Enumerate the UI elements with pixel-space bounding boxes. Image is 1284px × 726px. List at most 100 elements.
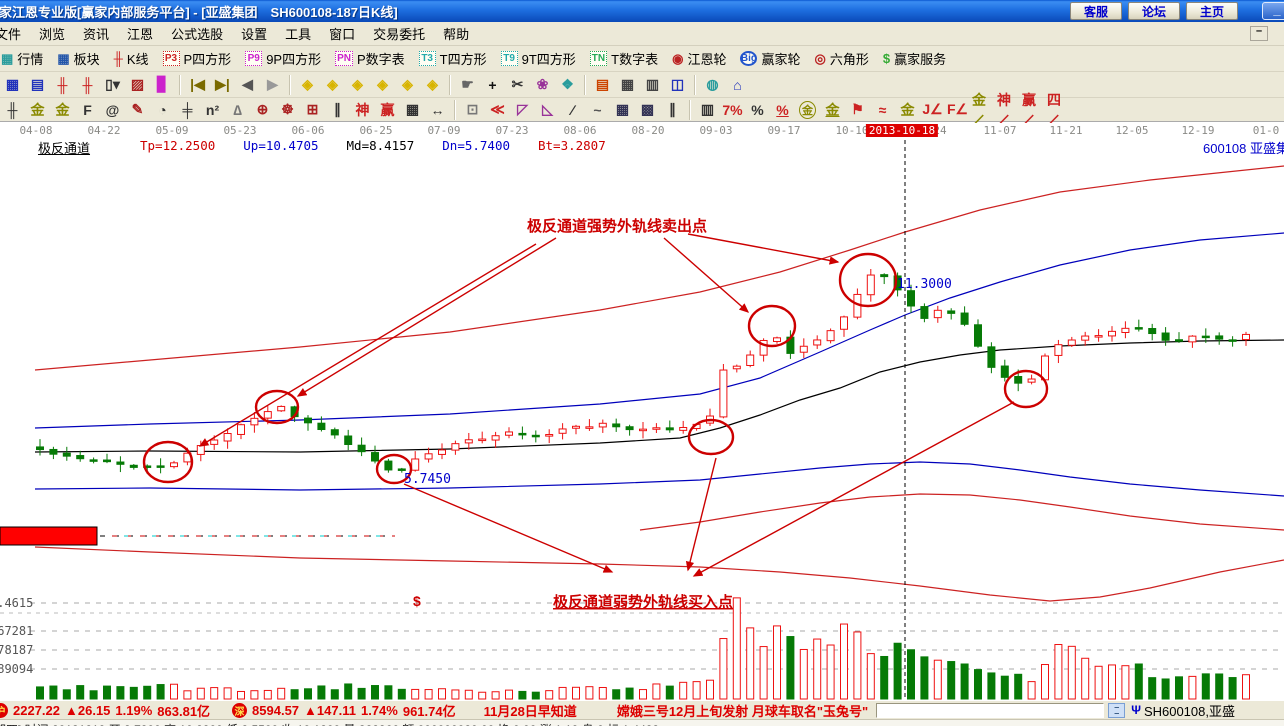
pct-icon[interactable]: % bbox=[746, 99, 769, 120]
tool-六角形[interactable]: ◎六角形 bbox=[807, 47, 875, 70]
tool-板块[interactable]: ▦板块 bbox=[50, 47, 106, 70]
box-tool-icon[interactable]: ⊡ bbox=[461, 99, 484, 120]
save-disk-icon[interactable]: ◫ bbox=[666, 74, 689, 95]
computer-icon[interactable]: ⌂ bbox=[726, 74, 749, 95]
menu-item[interactable]: 公式选股 bbox=[162, 21, 232, 46]
ruler2-icon[interactable]: ╪ bbox=[176, 99, 199, 120]
flag-pen-icon[interactable]: ⚑ bbox=[846, 99, 869, 120]
tool-K线[interactable]: ╫K线 bbox=[107, 47, 156, 70]
bars-scale-icon[interactable]: ▥ bbox=[696, 99, 719, 120]
tool-T四方形[interactable]: T3T四方形 bbox=[412, 47, 494, 70]
quick-input-field[interactable] bbox=[876, 703, 1104, 718]
fibo-f-icon[interactable]: F bbox=[76, 99, 99, 120]
notes-icon[interactable]: ▥ bbox=[641, 74, 664, 95]
gold-circle-icon[interactable]: 金 bbox=[796, 99, 819, 120]
wave-line-icon[interactable]: ≈ bbox=[871, 99, 894, 120]
diamond-compress-icon[interactable]: ◈ bbox=[371, 74, 394, 95]
scissors-icon[interactable]: ✂ bbox=[506, 74, 529, 95]
gann-ruler-icon[interactable]: ╫ bbox=[1, 99, 24, 120]
kline-9-icon[interactable]: ╫ bbox=[76, 74, 99, 95]
gold-section-icon[interactable]: 金 bbox=[51, 99, 74, 120]
prev-bar-icon[interactable]: ◀ bbox=[236, 74, 259, 95]
tool-赢家服务[interactable]: $赢家服务 bbox=[876, 47, 953, 70]
pencil-lines-icon[interactable]: ∕ bbox=[561, 99, 584, 120]
spiral-icon[interactable]: @ bbox=[101, 99, 124, 120]
knot-tool-icon[interactable]: ❖ bbox=[556, 74, 579, 95]
fan-dark-icon[interactable]: ◺ bbox=[536, 99, 559, 120]
hand-drag-icon[interactable]: ☛ bbox=[456, 74, 479, 95]
wave-tool-icon[interactable]: ~ bbox=[586, 99, 609, 120]
tool-P四方形[interactable]: P3P四方形 bbox=[156, 47, 239, 70]
chart-canvas[interactable]: 2.4615067281478187489094极反通道强势外轨线卖出点极反通道… bbox=[0, 123, 1284, 700]
calendar-icon[interactable]: ▤ bbox=[591, 74, 614, 95]
tool-9P四方形[interactable]: P99P四方形 bbox=[238, 47, 328, 70]
menu-item[interactable]: 江恩 bbox=[118, 21, 162, 46]
ying-angle-icon[interactable]: 赢∠ bbox=[1021, 99, 1044, 120]
menu-item[interactable]: 资讯 bbox=[74, 21, 118, 46]
si-angle-icon[interactable]: 四∠ bbox=[1046, 99, 1069, 120]
gold-plain-icon[interactable]: 金 bbox=[896, 99, 919, 120]
pct7-icon[interactable]: 7% bbox=[721, 99, 744, 120]
next-bar-icon[interactable]: ▶ bbox=[261, 74, 284, 95]
square-wheel-icon[interactable]: ⊞ bbox=[301, 99, 324, 120]
tool-行情[interactable]: ▦行情 bbox=[0, 47, 50, 70]
mdi-minimize-icon[interactable]: – bbox=[1250, 26, 1268, 41]
title-button-3[interactable]: 主页 bbox=[1186, 2, 1238, 20]
parallel-lines-icon[interactable]: ∥ bbox=[661, 99, 684, 120]
gold-ratio-icon[interactable]: 金 bbox=[26, 99, 49, 120]
diamond-right-icon[interactable]: ◈ bbox=[321, 74, 344, 95]
ying-icon[interactable]: 赢 bbox=[376, 99, 399, 120]
tool-9T四方形[interactable]: T99T四方形 bbox=[494, 47, 583, 70]
menu-item[interactable]: 窗口 bbox=[320, 21, 364, 46]
diamond-left-icon[interactable]: ◈ bbox=[296, 74, 319, 95]
kline-mark-icon[interactable]: ∥ bbox=[326, 99, 349, 120]
calculator-icon[interactable]: ▦ bbox=[616, 74, 639, 95]
minimize-icon[interactable]: _ bbox=[1262, 2, 1284, 20]
first-page-icon[interactable]: |◀ bbox=[186, 74, 209, 95]
menu-item[interactable]: 工具 bbox=[276, 21, 320, 46]
color-volume-icon[interactable]: ▊ bbox=[151, 74, 174, 95]
grid-tool-icon[interactable]: ▦ bbox=[611, 99, 634, 120]
diamond-expand-h-icon[interactable]: ◈ bbox=[346, 74, 369, 95]
splitter-button[interactable]: –– bbox=[1108, 703, 1125, 718]
gold-line-icon[interactable]: 金 bbox=[821, 99, 844, 120]
crosshair-icon[interactable]: + bbox=[481, 74, 504, 95]
flower-tool-icon[interactable]: ❀ bbox=[531, 74, 554, 95]
j-angle-icon[interactable]: J∠ bbox=[921, 99, 944, 120]
chart-window-icon[interactable]: ▦ bbox=[1, 74, 24, 95]
abacus-icon[interactable]: ▦ bbox=[401, 99, 424, 120]
menu-item[interactable]: 浏览 bbox=[30, 21, 74, 46]
tool-T数字表[interactable]: TNT数字表 bbox=[583, 47, 665, 70]
indicator-name[interactable]: 极反通道 bbox=[38, 138, 90, 157]
menu-item[interactable]: 文件 bbox=[0, 21, 30, 46]
info-panel-icon[interactable]: ▤ bbox=[26, 74, 49, 95]
title-button-1[interactable]: 客服 bbox=[1070, 2, 1122, 20]
fan-square-icon[interactable]: ◸ bbox=[511, 99, 534, 120]
news-headline-1[interactable]: 11月28日早知道 bbox=[484, 701, 577, 720]
globe-net-icon[interactable]: ◍ bbox=[701, 74, 724, 95]
tool-赢家轮[interactable]: Big赢家轮 bbox=[733, 47, 807, 70]
span-arrow-icon[interactable]: ↔ bbox=[426, 99, 449, 120]
tool-P数字表[interactable]: PNP数字表 bbox=[328, 47, 412, 70]
gold-angle-icon[interactable]: 金∠ bbox=[971, 99, 994, 120]
shen-angle-icon[interactable]: 神∠ bbox=[996, 99, 1019, 120]
title-button-2[interactable]: 论坛 bbox=[1128, 2, 1180, 20]
bar-width-icon[interactable]: ▯▾ bbox=[101, 74, 124, 95]
diamond-expand-all-icon[interactable]: ◈ bbox=[421, 74, 444, 95]
kline-chart[interactable]: 2.4615067281478187489094极反通道强势外轨线卖出点极反通道… bbox=[0, 123, 1284, 700]
menu-item[interactable]: 帮助 bbox=[434, 21, 478, 46]
f-angle-icon[interactable]: F∠ bbox=[946, 99, 969, 120]
last-page-icon[interactable]: ▶| bbox=[211, 74, 234, 95]
star-wheel-icon[interactable]: ☸ bbox=[276, 99, 299, 120]
tool-江恩轮[interactable]: ◉江恩轮 bbox=[665, 47, 733, 70]
menu-item[interactable]: 设置 bbox=[232, 21, 276, 46]
angle-mirror-icon[interactable]: ∆ bbox=[226, 99, 249, 120]
fan-lines-icon[interactable]: ≪ bbox=[486, 99, 509, 120]
pattern-red-icon[interactable]: ▨ bbox=[126, 74, 149, 95]
shen-icon[interactable]: 神 bbox=[351, 99, 374, 120]
cycle-ruler-icon[interactable]: ◔ bbox=[151, 99, 174, 120]
kline-3-icon[interactable]: ╫ bbox=[51, 74, 74, 95]
news-headline-2[interactable]: 嫦娥三号12月上旬发射 月球车取名"玉兔号" bbox=[617, 701, 868, 720]
circle-cross-icon[interactable]: ⊕ bbox=[251, 99, 274, 120]
n-square-icon[interactable]: n² bbox=[201, 99, 224, 120]
